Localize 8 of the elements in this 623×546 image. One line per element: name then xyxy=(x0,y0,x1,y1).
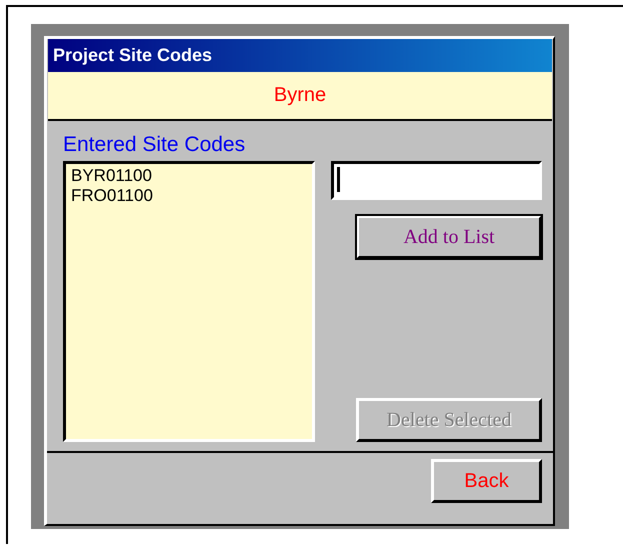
input-field[interactable] xyxy=(331,161,542,200)
list-item[interactable]: FRO01100 xyxy=(71,186,307,206)
add-button[interactable]: Add to List xyxy=(356,215,542,259)
project-name: Byrne xyxy=(274,84,326,107)
list-label: Entered Site Codes xyxy=(63,133,246,157)
site-code-list[interactable]: BYR01100 FRO01100 xyxy=(63,161,315,442)
window-title: Project Site Codes xyxy=(53,45,212,66)
list-item[interactable]: BYR01100 xyxy=(71,166,307,186)
